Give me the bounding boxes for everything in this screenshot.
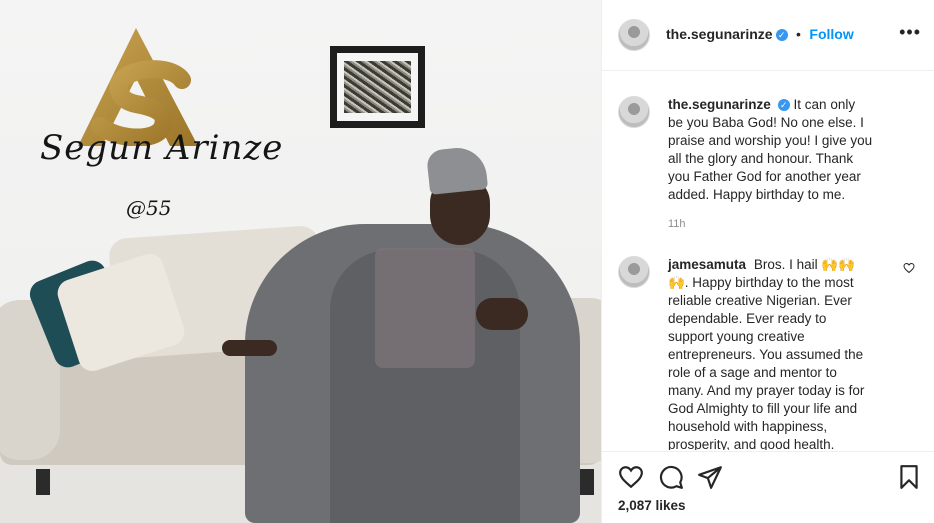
man-cap xyxy=(425,145,489,195)
comment-bubble-icon[interactable] xyxy=(658,464,684,490)
avatar[interactable] xyxy=(618,19,650,51)
bookmark-icon[interactable] xyxy=(896,464,922,490)
comment: jamesamuta Bros. I hail 🙌🙌🙌. Happy birth… xyxy=(618,256,918,450)
comment-username[interactable]: jamesamuta xyxy=(668,257,746,272)
comments-section[interactable]: the.segunarinze ✓ It can only be you Baba… xyxy=(602,72,934,450)
post-header: the.segunarinze ✓ • Follow ••• xyxy=(602,0,934,71)
more-options-icon[interactable]: ••• xyxy=(899,22,921,43)
heart-icon[interactable] xyxy=(618,464,644,490)
signature-text: Segun Arinze xyxy=(40,128,284,168)
post-actions: 2,087 likes xyxy=(602,451,934,523)
wall-picture-frame xyxy=(330,46,425,128)
follow-button[interactable]: Follow xyxy=(809,26,853,42)
comment-text: Bros. I hail 🙌🙌🙌. Happy birthday to the … xyxy=(668,257,865,450)
post-sidebar: the.segunarinze ✓ • Follow ••• the.seguna… xyxy=(601,0,934,523)
paper-plane-icon[interactable] xyxy=(697,464,723,490)
avatar[interactable] xyxy=(618,96,650,128)
verified-badge-icon: ✓ xyxy=(777,99,790,111)
verified-badge-icon: ✓ xyxy=(775,29,788,41)
post-image[interactable]: Segun Arinze @55 xyxy=(0,0,601,523)
caption: the.segunarinze ✓ It can only be you Baba… xyxy=(618,96,918,230)
likes-count[interactable]: 2,087 likes xyxy=(618,498,686,513)
avatar[interactable] xyxy=(618,256,650,288)
caption-username[interactable]: the.segunarinze xyxy=(668,97,771,112)
caption-timestamp[interactable]: 11h xyxy=(668,218,873,230)
comment-like-heart-icon[interactable] xyxy=(903,262,915,274)
caption-text: It can only be you Baba God! No one else… xyxy=(668,97,873,202)
header-username[interactable]: the.segunarinze xyxy=(666,26,773,42)
age-text: @55 xyxy=(126,196,172,220)
separator-dot: • xyxy=(796,26,801,42)
